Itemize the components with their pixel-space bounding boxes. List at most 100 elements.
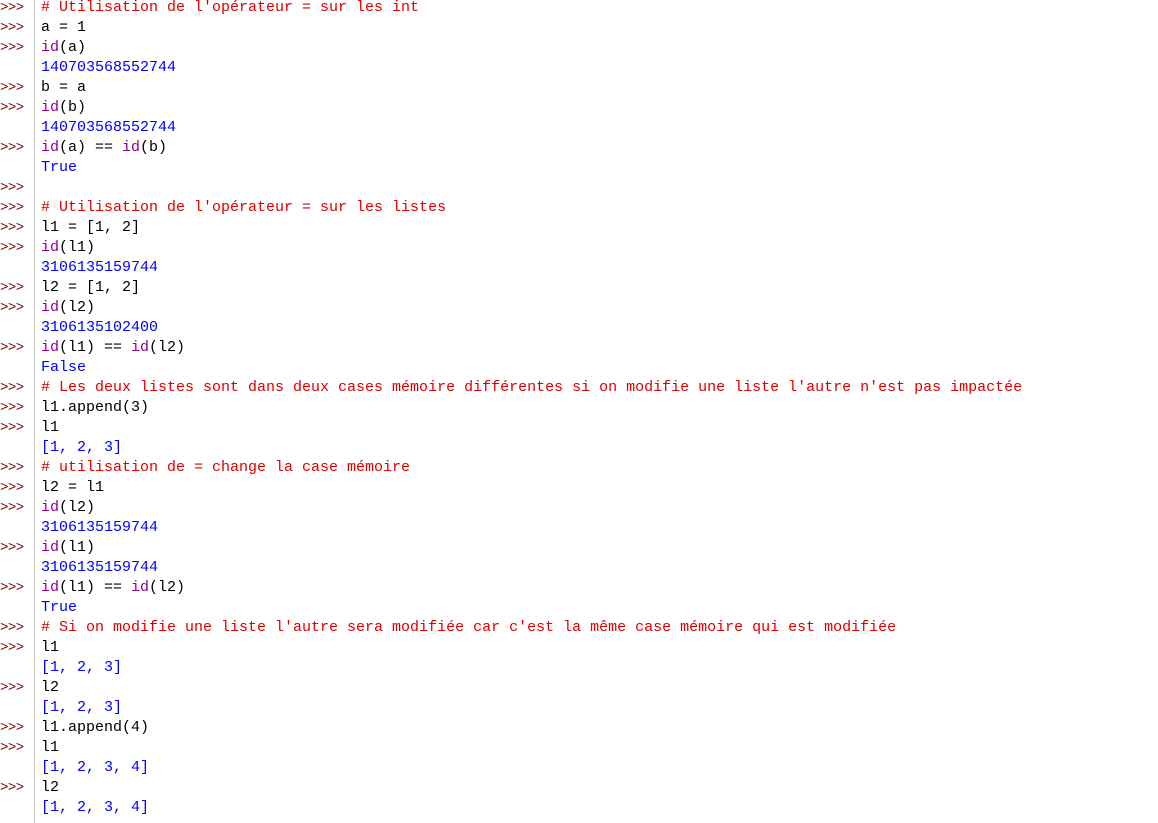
builtin-token: id <box>131 339 150 356</box>
code-text: l2 = l1 <box>41 478 104 498</box>
plain-token: (l2) <box>149 339 186 356</box>
code-text: l2 <box>41 778 59 798</box>
plain-token: (b) <box>140 139 168 156</box>
result-text: False <box>41 358 86 378</box>
comment-token: # utilisation de = change la case mémoir… <box>41 459 411 476</box>
output-token: [1, 2, 3] <box>41 439 123 456</box>
code-text: l1 <box>41 638 59 658</box>
plain-token: (l1) <box>59 539 96 556</box>
output-token: [1, 2, 3] <box>41 699 123 716</box>
prompt-marker: >>> <box>0 420 24 436</box>
plain-token: (l1) <box>59 239 96 256</box>
plain-token: l2 = [1, 2] <box>41 279 141 296</box>
result-text: 3106135159744 <box>41 258 158 278</box>
plain-token: (l2) <box>59 499 96 516</box>
prompt-marker: >>> <box>0 300 24 316</box>
output-token: True <box>41 159 78 176</box>
code-text: l2 = [1, 2] <box>41 278 140 298</box>
prompt-marker: >>> <box>0 140 24 156</box>
prompt-marker: >>> <box>0 280 24 296</box>
builtin-token: id <box>41 499 60 516</box>
prompt-marker: >>> <box>0 80 24 96</box>
code-text: a = 1 <box>41 18 86 38</box>
code-text: l1.append(4) <box>41 718 149 738</box>
result-text: 140703568552744 <box>41 118 176 138</box>
builtin-token: id <box>122 139 141 156</box>
code-text: id(l2) <box>41 498 95 518</box>
code-text: # Si on modifie une liste l'autre sera m… <box>41 618 896 638</box>
prompt-marker: >>> <box>0 500 24 516</box>
prompt-marker: >>> <box>0 100 24 116</box>
prompt-marker: >>> <box>0 680 24 696</box>
prompt-marker: >>> <box>0 620 24 636</box>
plain-token: l1 <box>41 419 60 436</box>
output-token: 3106135159744 <box>41 519 159 536</box>
result-text: True <box>41 158 77 178</box>
result-text: 3106135159744 <box>41 518 158 538</box>
prompt-marker: >>> <box>0 0 24 16</box>
code-text: # Utilisation de l'opérateur = sur les i… <box>41 0 419 18</box>
code-text: id(a) <box>41 38 86 58</box>
code-text: id(l1) == id(l2) <box>41 338 185 358</box>
output-token: [1, 2, 3, 4] <box>41 759 150 776</box>
plain-token: (l1) == <box>59 579 132 596</box>
output-token: 140703568552744 <box>41 59 177 76</box>
builtin-token: id <box>41 339 60 356</box>
output-token: 3106135102400 <box>41 319 159 336</box>
code-text: id(a) == id(b) <box>41 138 167 158</box>
code-text: l1.append(3) <box>41 398 149 418</box>
builtin-token: id <box>41 99 60 116</box>
prompt-marker: >>> <box>0 780 24 796</box>
prompt-marker: >>> <box>0 740 24 756</box>
builtin-token: id <box>41 299 60 316</box>
plain-token: (a) == <box>59 139 123 156</box>
prompt-marker: >>> <box>0 20 24 36</box>
code-text: id(l1) <box>41 238 95 258</box>
prompt-marker: >>> <box>0 240 24 256</box>
code-text: id(l1) == id(l2) <box>41 578 185 598</box>
plain-token: a = 1 <box>41 19 87 36</box>
comment-token: # Utilisation de l'opérateur = sur les l… <box>41 199 447 216</box>
code-text: l1 <box>41 418 59 438</box>
prompt-marker: >>> <box>0 180 24 196</box>
plain-token: (l2) <box>59 299 96 316</box>
builtin-token: id <box>41 39 60 56</box>
code-text: id(l1) <box>41 538 95 558</box>
code-text: b = a <box>41 78 86 98</box>
plain-token: l2 <box>41 679 60 696</box>
comment-token: # Les deux listes sont dans deux cases m… <box>41 379 1023 396</box>
comment-token: # Utilisation de l'opérateur = sur les i… <box>41 0 420 16</box>
plain-token: (l1) == <box>59 339 132 356</box>
plain-token: (a) <box>59 39 87 56</box>
builtin-token: id <box>41 139 60 156</box>
builtin-token: id <box>41 239 60 256</box>
code-text: l1 <box>41 738 59 758</box>
prompt-marker: >>> <box>0 640 24 656</box>
code-text: l1 = [1, 2] <box>41 218 140 238</box>
prompt-marker: >>> <box>0 540 24 556</box>
output-token: True <box>41 599 78 616</box>
output-token: 3106135159744 <box>41 559 159 576</box>
output-token: [1, 2, 3] <box>41 659 123 676</box>
code-text: # utilisation de = change la case mémoir… <box>41 458 410 478</box>
code-text: # Les deux listes sont dans deux cases m… <box>41 378 1022 398</box>
result-text: 3106135102400 <box>41 318 158 338</box>
result-text: [1, 2, 3, 4] <box>41 798 149 818</box>
prompt-marker: >>> <box>0 720 24 736</box>
result-text: 3106135159744 <box>41 558 158 578</box>
result-text: [1, 2, 3, 4] <box>41 758 149 778</box>
prompt-marker: >>> <box>0 460 24 476</box>
prompt-marker: >>> <box>0 40 24 56</box>
result-text: True <box>41 598 77 618</box>
code-text: # Utilisation de l'opérateur = sur les l… <box>41 198 446 218</box>
prompt-marker: >>> <box>0 200 24 216</box>
prompt-marker: >>> <box>0 400 24 416</box>
plain-token: l1 = [1, 2] <box>41 219 141 236</box>
plain-token: l1.append(3) <box>41 399 150 416</box>
comment-token: # Si on modifie une liste l'autre sera m… <box>41 619 897 636</box>
result-text: [1, 2, 3] <box>41 658 122 678</box>
output-token: 3106135159744 <box>41 259 159 276</box>
python-shell[interactable]: >>> # Utilisation de l'opérateur = sur le… <box>0 0 1158 823</box>
code-text: id(l2) <box>41 298 95 318</box>
plain-token: l2 <box>41 779 60 796</box>
